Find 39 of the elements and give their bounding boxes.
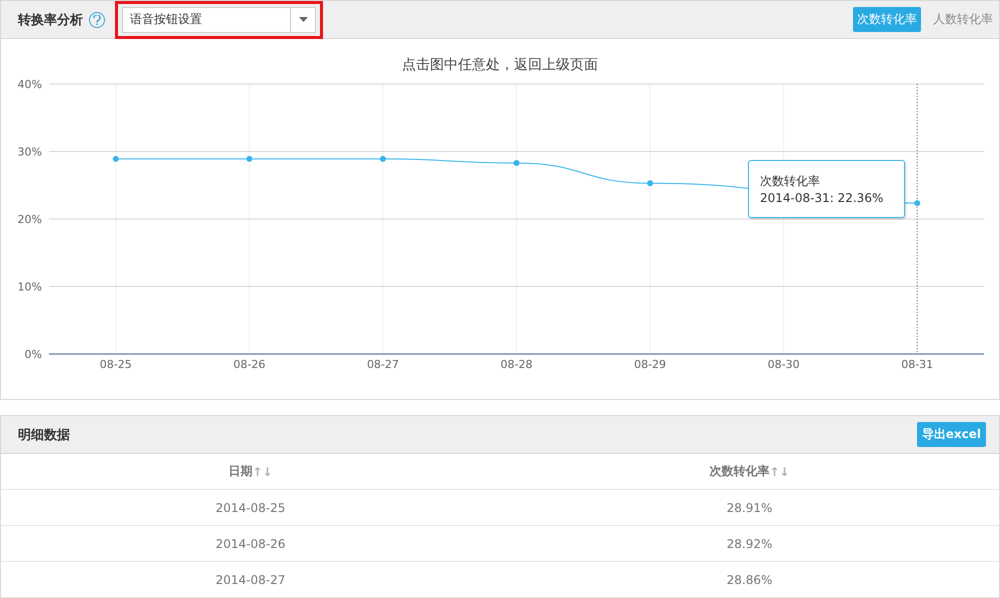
y-tick-label: 30%	[18, 146, 42, 158]
table-cell-text: 2014-08-26	[214, 536, 286, 550]
export-button[interactable]: 导出excel	[916, 422, 986, 447]
table-cell-text: 28.92%	[726, 536, 774, 550]
table-cell-text: 28.91%	[726, 500, 774, 514]
x-tick-label: 08-25	[100, 358, 132, 371]
table-cell-text: 2014-08-27	[214, 572, 286, 586]
dropdown-value: 语音按钮设置	[129, 11, 203, 28]
x-tick-label: 08-31	[901, 358, 934, 371]
column-header[interactable]: 日期↑↓	[1, 463, 500, 480]
table-cell-text: 28.86%	[726, 572, 774, 586]
tooltip-title: 次数转化率	[760, 173, 821, 190]
y-tick-label: 10%	[18, 280, 42, 294]
tab[interactable]: 人数转化率	[929, 7, 997, 32]
sort-icon[interactable]: ↑↓	[252, 464, 273, 478]
data-point	[647, 180, 654, 186]
data-point	[514, 160, 520, 166]
tooltip-value: 2014-08-31: 22.36%	[760, 190, 884, 207]
y-tick-label: 40%	[18, 78, 42, 91]
x-tick-label: 08-30	[768, 358, 800, 371]
data-point	[914, 200, 920, 206]
sort-icon[interactable]: ↑↓	[769, 464, 790, 478]
data-point	[246, 156, 252, 162]
chart-title: 点击图中任意处，返回上级页面	[402, 57, 598, 73]
column-header[interactable]: 次数转化率↑↓	[500, 463, 999, 480]
table-cell-text: 2014-08-25	[214, 500, 286, 514]
x-tick-label: 08-27	[366, 358, 399, 371]
x-tick-label: 08-26	[233, 358, 266, 371]
dropdown[interactable]: 语音按钮设置	[122, 6, 316, 32]
x-tick-label: 08-28	[500, 358, 532, 371]
y-tick-label: 20%	[18, 213, 42, 226]
help-icon[interactable]	[89, 12, 105, 28]
y-tick-label: 0%	[24, 348, 42, 361]
data-point	[112, 156, 119, 162]
panel-title: 转换率分析	[18, 12, 83, 28]
data-point	[380, 156, 386, 162]
panel-title: 明细数据	[18, 426, 70, 444]
x-tick-label: 08-29	[634, 358, 666, 371]
tab[interactable]: 次数转化率	[853, 7, 921, 32]
